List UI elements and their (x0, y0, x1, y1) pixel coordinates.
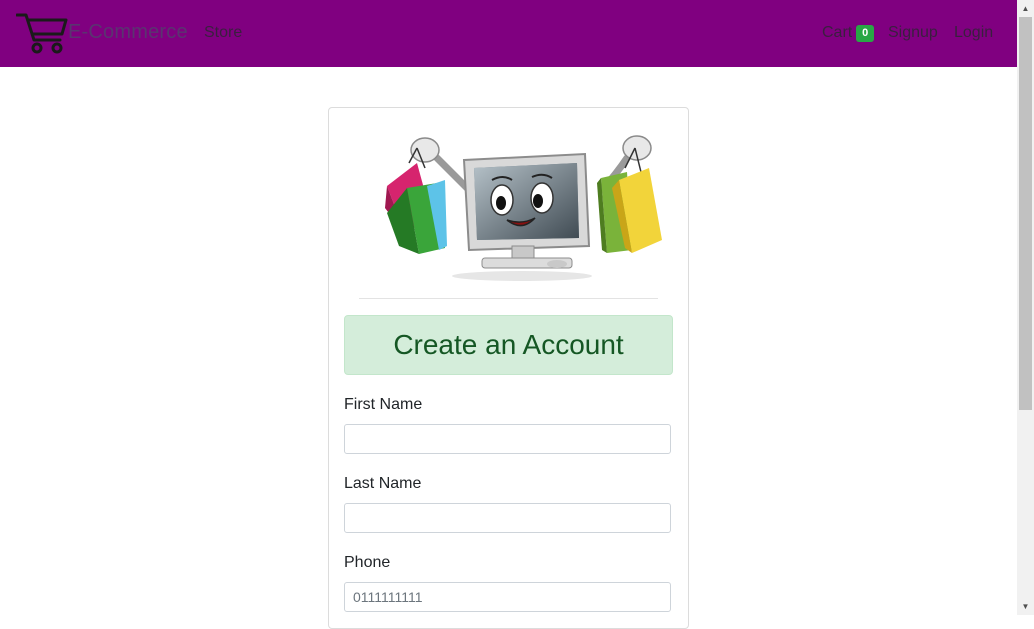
signup-card: Create an Account First Name Last Name P… (328, 107, 689, 629)
last-name-input[interactable] (344, 503, 671, 533)
brand-text[interactable]: E-Commerce (68, 21, 188, 44)
cart-count-badge: 0 (856, 25, 875, 42)
navbar: E-Commerce Store Cart 0 Signup Login (0, 0, 1017, 67)
nav-store-link[interactable]: Store (204, 24, 242, 42)
nav-signup-link[interactable]: Signup (888, 24, 938, 42)
form-title: Create an Account (393, 329, 624, 360)
vertical-scrollbar[interactable]: ▲ ▼ (1017, 0, 1034, 615)
divider (359, 298, 658, 299)
nav-cart-link[interactable]: Cart 0 (822, 24, 875, 42)
first-name-input[interactable] (344, 424, 671, 454)
brand[interactable]: E-Commerce (16, 12, 188, 54)
scroll-thumb[interactable] (1019, 17, 1032, 410)
scroll-down-arrow-icon[interactable]: ▼ (1017, 598, 1034, 615)
scroll-up-arrow-icon[interactable]: ▲ (1017, 0, 1034, 17)
last-name-label: Last Name (344, 475, 422, 492)
shopping-computer-illustration (385, 135, 662, 281)
phone-label: Phone (344, 554, 391, 571)
first-name-label: First Name (344, 396, 423, 413)
cart-label: Cart (822, 24, 853, 41)
create-account-banner: Create an Account (344, 315, 673, 375)
shopping-cart-icon (16, 13, 68, 54)
nav-login-link[interactable]: Login (954, 24, 993, 42)
phone-input[interactable] (344, 582, 671, 612)
